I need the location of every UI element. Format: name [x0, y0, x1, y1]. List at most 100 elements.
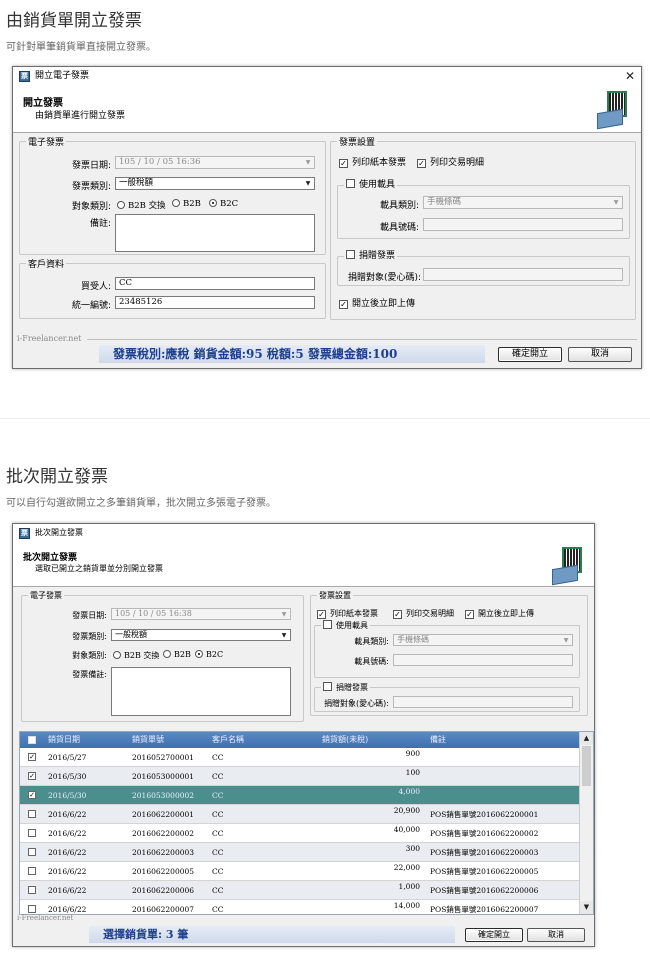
taxid-input[interactable]: 23485126: [115, 296, 315, 309]
invoice-logo-icon: [597, 91, 633, 130]
watermark: i-Freelancer.net: [17, 914, 74, 922]
status-summary: 發票稅別:應稅 銷貨金額:95 稅額:5 發票總金額:100: [99, 345, 485, 363]
upload-checkbox[interactable]: ✓ 開立後立即上傳: [339, 299, 415, 310]
scroll-down-icon[interactable]: ▼: [580, 901, 593, 914]
dialog-header: 開立發票 由銷貨單進行開立發票: [13, 85, 641, 133]
chevron-down-icon[interactable]: ▼: [611, 198, 621, 207]
donate-checkbox[interactable]: 捐贈發票: [323, 682, 368, 692]
print-paper-checkbox[interactable]: ✓ 列印紙本發票: [317, 608, 378, 619]
carrier-no-input[interactable]: [423, 218, 623, 231]
category-select[interactable]: 一般稅額 ▼: [111, 629, 291, 641]
row-checkbox[interactable]: ✓: [28, 791, 36, 799]
row-checkbox[interactable]: [28, 886, 36, 894]
donate-target-label: 捐贈對象(愛心碼):: [324, 699, 389, 708]
header-title: 開立發票: [23, 98, 63, 109]
close-icon[interactable]: ✕: [625, 67, 635, 85]
dialog-header: 批次開立發票 選取已開立之銷貨單並分別開立發票: [13, 542, 594, 587]
date-field[interactable]: 105 / 10 / 05 16:38 ▼: [111, 608, 291, 620]
grid-header: 銷貨日期 銷貨單號 客戶名稱 銷貨額(未稅) 備註: [20, 732, 579, 748]
window-title: 批次開立發票: [35, 528, 83, 537]
row-checkbox[interactable]: ✓: [28, 772, 36, 780]
chevron-down-icon[interactable]: ▼: [279, 631, 289, 640]
table-row[interactable]: 2016/6/22 2016062200006 CC 1,000 POS銷售單號2016…: [20, 881, 579, 900]
carrier-type-select[interactable]: 手機條碼 ▼: [423, 196, 623, 209]
note-textarea[interactable]: [115, 214, 315, 252]
cancel-button[interactable]: 取消: [568, 347, 632, 362]
radio-b2c[interactable]: B2C: [209, 199, 238, 209]
table-row[interactable]: 2016/6/22 2016062200007 CC 14,000 POS銷售單號201…: [20, 900, 579, 914]
chevron-down-icon[interactable]: ▼: [279, 610, 289, 619]
col-header-note[interactable]: 備註: [430, 732, 446, 748]
chevron-down-icon[interactable]: ▼: [303, 179, 313, 188]
carrier-checkbox[interactable]: 使用載具: [323, 620, 368, 630]
buyer-input[interactable]: CC: [115, 277, 315, 290]
app-icon: 票: [19, 528, 30, 539]
settings-group-label: 發票設置: [339, 138, 376, 148]
radio-b2b-exchange[interactable]: B2B 交換: [117, 199, 166, 211]
date-field[interactable]: 105 / 10 / 05 16:36 ▼: [115, 156, 315, 169]
table-row[interactable]: 2016/6/22 2016062200005 CC 22,000 POS銷售單號201…: [20, 862, 579, 881]
table-row[interactable]: ✓ 2016/5/27 2016052700001 CC 900: [20, 748, 579, 767]
table-row[interactable]: ✓ 2016/5/30 2016053000002 CC 4,000: [20, 786, 579, 805]
section1-title: 由銷貨單開立發票: [6, 11, 142, 31]
col-header-order-no[interactable]: 銷貨單號: [132, 732, 164, 748]
select-all-checkbox[interactable]: [28, 736, 36, 744]
settings-group-label: 發票設置: [319, 591, 351, 600]
note-label: 備註:: [89, 219, 111, 229]
cell-order-no: 2016053000001: [132, 772, 195, 781]
cell-customer: CC: [212, 848, 224, 857]
table-row[interactable]: 2016/6/22 2016062200001 CC 20,900 POS銷售單號201…: [20, 805, 579, 824]
carrier-type-select[interactable]: 手機條碼 ▼: [393, 634, 573, 646]
radio-b2b[interactable]: B2B: [163, 650, 191, 659]
category-select[interactable]: 一般稅額 ▼: [115, 177, 315, 190]
row-checkbox[interactable]: [28, 867, 36, 875]
confirm-issue-button[interactable]: 確定開立: [465, 928, 523, 942]
header-subtitle: 選取已開立之銷貨單並分別開立發票: [35, 564, 163, 573]
print-detail-checkbox[interactable]: ✓ 列印交易明細: [393, 608, 454, 619]
radio-b2c[interactable]: B2C: [195, 650, 223, 659]
sales-order-grid: 銷貨日期 銷貨單號 客戶名稱 銷貨額(未稅) 備註 ✓ 2016/5/27 2016…: [19, 731, 594, 915]
note-textarea[interactable]: [111, 667, 291, 716]
table-row[interactable]: 2016/6/22 2016062200002 CC 40,000 POS銷售單號201…: [20, 824, 579, 843]
confirm-issue-button[interactable]: 確定開立: [498, 347, 562, 362]
cancel-button[interactable]: 取消: [527, 928, 585, 942]
cell-note: POS銷售單號2016062200007: [430, 905, 539, 914]
vertical-scrollbar[interactable]: ▲ ▼: [579, 732, 593, 914]
row-checkbox[interactable]: [28, 829, 36, 837]
section1-desc: 可針對單筆銷貨單直接開立發票。: [6, 42, 156, 53]
row-checkbox[interactable]: ✓: [28, 753, 36, 761]
chevron-down-icon[interactable]: ▼: [303, 158, 313, 167]
table-row[interactable]: ✓ 2016/5/30 2016053000001 CC 100: [20, 767, 579, 786]
cell-date: 2016/6/22: [48, 886, 87, 895]
cell-customer: CC: [212, 867, 224, 876]
row-checkbox[interactable]: [28, 848, 36, 856]
row-checkbox[interactable]: [28, 810, 36, 818]
cell-date: 2016/6/22: [48, 810, 87, 819]
col-header-customer[interactable]: 客戶名稱: [212, 732, 244, 748]
print-paper-checkbox[interactable]: ✓ 列印紙本發票: [339, 158, 406, 169]
donate-checkbox[interactable]: 捐贈發票: [346, 250, 395, 261]
radio-b2b-exchange[interactable]: B2B 交換: [113, 650, 159, 661]
cell-customer: CC: [212, 905, 224, 914]
window-title: 開立電子發票: [35, 71, 90, 81]
carrier-no-input[interactable]: [393, 654, 573, 666]
radio-b2b[interactable]: B2B: [172, 199, 201, 209]
row-checkbox[interactable]: [28, 905, 36, 913]
cell-note: POS銷售單號2016062200001: [430, 810, 539, 819]
table-row[interactable]: 2016/6/22 2016062200003 CC 300 POS銷售單號201606…: [20, 843, 579, 862]
col-header-amount[interactable]: 銷貨額(未稅): [322, 732, 368, 748]
scroll-up-icon[interactable]: ▲: [580, 732, 593, 745]
carrier-checkbox[interactable]: 使用載具: [346, 179, 395, 190]
col-header-date[interactable]: 銷貨日期: [48, 732, 80, 748]
carrier-no-label: 載具號碼:: [379, 223, 419, 233]
target-label: 對象類別:: [72, 651, 107, 660]
taxid-label: 統一編號:: [71, 301, 111, 311]
donate-target-input[interactable]: [393, 696, 573, 708]
scroll-thumb[interactable]: [582, 746, 591, 786]
donate-target-input[interactable]: [423, 268, 623, 281]
cell-amount: 22,000: [393, 863, 420, 872]
upload-checkbox[interactable]: ✓ 開立後立即上傳: [465, 608, 534, 619]
cell-note: POS銷售單號2016062200006: [430, 886, 539, 895]
chevron-down-icon[interactable]: ▼: [561, 636, 571, 645]
print-detail-checkbox[interactable]: ✓ 列印交易明細: [417, 158, 484, 169]
